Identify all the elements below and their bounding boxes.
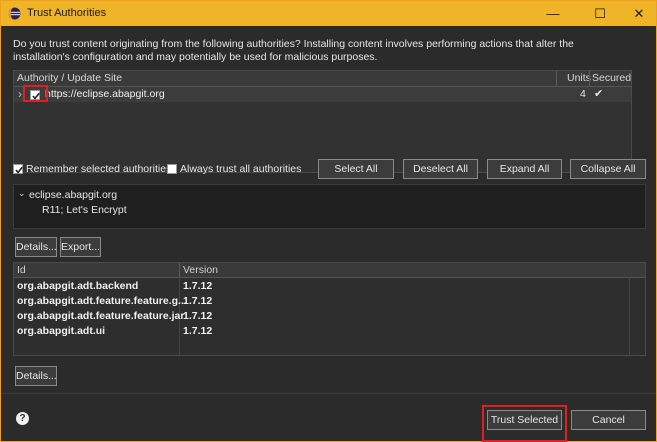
unit-version: 1.7.12 xyxy=(183,295,213,307)
title-bar[interactable]: Trust Authorities — ☐ ✕ xyxy=(1,1,656,26)
certificate-child[interactable]: R11; Let's Encrypt xyxy=(42,204,127,216)
column-divider[interactable] xyxy=(179,263,180,277)
checkbox-highlight xyxy=(23,85,48,102)
checkmark-icon xyxy=(15,166,23,174)
unit-id: org.abapgit.adt.feature.feature.g... xyxy=(17,295,187,307)
authorities-table-header: Authority / Update Site Units Secured xyxy=(14,71,631,87)
unit-version: 1.7.12 xyxy=(183,280,213,292)
select-all-button[interactable]: Select All xyxy=(318,159,394,179)
column-divider[interactable] xyxy=(589,71,590,86)
divider xyxy=(1,393,656,394)
table-row[interactable]: org.abapgit.adt.ui 1.7.12 xyxy=(14,324,645,339)
authority-row[interactable]: › https://eclipse.abapgit.org 4 ✔ xyxy=(14,87,631,102)
column-divider[interactable] xyxy=(556,71,557,86)
unit-id: org.abapgit.adt.feature.feature.jar xyxy=(17,310,185,322)
authorities-table: Authority / Update Site Units Secured › … xyxy=(13,70,632,173)
certificate-root[interactable]: eclipse.abapgit.org xyxy=(29,189,117,201)
eclipse-logo-icon xyxy=(8,7,21,20)
unit-id: org.abapgit.adt.ui xyxy=(17,325,106,337)
always-trust-checkbox[interactable] xyxy=(167,164,177,174)
certificate-tree: ⌄ eclipse.abapgit.org R11; Let's Encrypt xyxy=(13,184,646,229)
expand-chevron-icon[interactable]: › xyxy=(18,87,22,101)
trust-button-highlight xyxy=(482,405,567,442)
minimize-button[interactable]: — xyxy=(536,1,570,26)
details-button-2[interactable]: Details... xyxy=(15,366,57,386)
export-button[interactable]: Export... xyxy=(60,237,101,257)
table-row[interactable]: org.abapgit.adt.backend 1.7.12 xyxy=(14,279,645,294)
column-header-units[interactable]: Units xyxy=(567,72,591,84)
column-header-version[interactable]: Version xyxy=(183,264,218,276)
window-title: Trust Authorities xyxy=(27,7,107,19)
trust-authorities-dialog: Trust Authorities — ☐ ✕ Do you trust con… xyxy=(0,0,657,442)
details-button[interactable]: Details... xyxy=(15,237,57,257)
expand-all-button[interactable]: Expand All xyxy=(487,159,562,179)
maximize-button[interactable]: ☐ xyxy=(583,1,617,26)
remember-authorities-checkbox[interactable] xyxy=(13,164,23,174)
units-table-header: Id Version xyxy=(14,263,645,278)
authority-units: 4 xyxy=(580,88,586,100)
column-header-secured[interactable]: Secured xyxy=(592,72,631,84)
unit-version: 1.7.12 xyxy=(183,325,213,337)
unit-version: 1.7.12 xyxy=(183,310,213,322)
unit-id: org.abapgit.adt.backend xyxy=(17,280,139,292)
close-button[interactable]: ✕ xyxy=(622,1,656,26)
remember-authorities-label[interactable]: Remember selected authorities xyxy=(26,163,171,175)
help-icon[interactable]: ? xyxy=(16,412,29,425)
authority-site: https://eclipse.abapgit.org xyxy=(45,88,165,100)
table-row[interactable]: org.abapgit.adt.feature.feature.g... 1.7… xyxy=(14,294,645,309)
cancel-button[interactable]: Cancel xyxy=(571,410,646,430)
deselect-all-button[interactable]: Deselect All xyxy=(403,159,478,179)
column-header-site[interactable]: Authority / Update Site xyxy=(17,72,122,84)
table-row[interactable]: org.abapgit.adt.feature.feature.jar 1.7.… xyxy=(14,309,645,324)
column-header-id[interactable]: Id xyxy=(17,264,26,276)
secured-check-icon: ✔ xyxy=(594,88,604,100)
collapse-all-button[interactable]: Collapse All xyxy=(570,159,646,179)
intro-message: Do you trust content originating from th… xyxy=(13,38,574,63)
collapse-chevron-icon[interactable]: ⌄ xyxy=(18,188,26,199)
units-table: Id Version org.abapgit.adt.backend 1.7.1… xyxy=(13,262,646,356)
always-trust-label[interactable]: Always trust all authorities xyxy=(180,163,301,175)
